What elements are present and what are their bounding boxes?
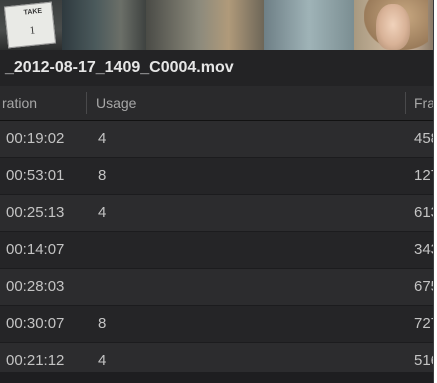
table-row[interactable]: 00:25:13 4 613 xyxy=(0,195,433,232)
thumbnail-frame[interactable] xyxy=(62,0,146,50)
clapper-slate-image: TAKE 1 xyxy=(3,1,57,49)
usage-cell: 8 xyxy=(98,315,107,332)
column-header-row: ration Usage Fra xyxy=(0,86,433,121)
frames-cell: 343 xyxy=(414,241,433,258)
portrait-face xyxy=(376,4,410,50)
frames-cell: 727 xyxy=(414,315,433,332)
usage-cell: 4 xyxy=(98,204,107,221)
table-row[interactable]: 00:19:02 4 458 xyxy=(0,121,433,158)
table-row[interactable]: 00:30:07 8 727 xyxy=(0,306,433,343)
duration-cell: 00:21:12 xyxy=(6,352,65,369)
clip-name: _2012-08-17_1409_C0004.mov xyxy=(5,59,234,76)
column-header-usage[interactable]: Usage xyxy=(96,95,136,111)
clip-title-bar: _2012-08-17_1409_C0004.mov xyxy=(0,50,433,87)
media-pool-panel: TAKE 1 _2012-08-17_1409_C0004.mov ration… xyxy=(0,0,434,383)
frames-cell: 613 xyxy=(414,204,433,221)
column-divider[interactable] xyxy=(405,92,406,114)
duration-cell: 00:25:13 xyxy=(6,204,65,221)
clip-table: 00:19:02 4 458 00:53:01 8 127 00:25:13 4… xyxy=(0,121,433,380)
table-row[interactable]: 00:53:01 8 127 xyxy=(0,158,433,195)
usage-cell: 8 xyxy=(98,167,107,184)
thumbnail-portrait[interactable] xyxy=(354,0,433,50)
table-row[interactable]: 00:28:03 675 xyxy=(0,269,433,306)
duration-cell: 00:28:03 xyxy=(6,278,65,295)
usage-cell: 4 xyxy=(98,130,107,147)
frames-cell: 127 xyxy=(414,167,433,184)
slate-label: TAKE xyxy=(23,7,43,17)
usage-cell: 4 xyxy=(98,352,107,369)
column-header-frames[interactable]: Fra xyxy=(414,95,433,111)
duration-cell: 00:53:01 xyxy=(6,167,65,184)
thumbnail-strip[interactable]: TAKE 1 xyxy=(0,0,433,50)
column-divider[interactable] xyxy=(86,92,87,114)
duration-cell: 00:30:07 xyxy=(6,315,65,332)
column-header-duration[interactable]: ration xyxy=(2,95,37,111)
table-row[interactable]: 00:14:07 343 xyxy=(0,232,433,269)
frames-cell: 458 xyxy=(414,130,433,147)
duration-cell: 00:19:02 xyxy=(6,130,65,147)
thumbnail-frame[interactable] xyxy=(264,0,354,50)
table-bottom-edge xyxy=(0,372,433,383)
frames-cell: 516 xyxy=(414,352,433,369)
frames-cell: 675 xyxy=(414,278,433,295)
thumbnail-frame[interactable] xyxy=(146,0,264,50)
duration-cell: 00:14:07 xyxy=(6,241,65,258)
slate-number: 1 xyxy=(29,24,36,38)
thumbnail-slate[interactable]: TAKE 1 xyxy=(0,0,62,50)
